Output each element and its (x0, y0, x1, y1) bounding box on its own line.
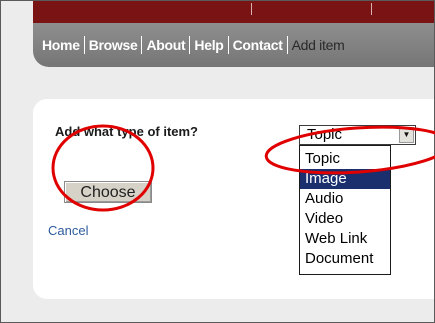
nav-separator (227, 36, 229, 54)
app-frame: Home Browse About Help Contact Add item … (0, 0, 435, 323)
option-audio[interactable]: Audio (300, 189, 390, 209)
nav-home[interactable]: Home (39, 37, 83, 53)
nav-separator (286, 36, 288, 54)
main-navigation: Home Browse About Help Contact Add item (33, 23, 434, 67)
top-bar-separator (371, 3, 372, 15)
item-type-dropdown-list: Topic Image Audio Video Web Link Documen… (299, 145, 391, 275)
nav-browse[interactable]: Browse (86, 37, 141, 53)
cancel-link[interactable]: Cancel (48, 223, 88, 238)
option-image[interactable]: Image (300, 169, 390, 189)
nav-help[interactable]: Help (191, 37, 226, 53)
option-web-link[interactable]: Web Link (300, 229, 390, 249)
option-video[interactable]: Video (300, 209, 390, 229)
item-type-select-value: Topic (307, 126, 343, 143)
nav-contact[interactable]: Contact (230, 37, 286, 53)
top-bar-separator (251, 3, 252, 15)
nav-about[interactable]: About (143, 37, 188, 53)
choose-button[interactable]: Choose (64, 181, 152, 203)
item-type-question: Add what type of item? (55, 124, 198, 139)
nav-separator (83, 36, 85, 54)
item-type-select[interactable]: Topic ▼ (299, 125, 416, 145)
option-document[interactable]: Document (300, 249, 390, 269)
option-topic[interactable]: Topic (300, 149, 390, 169)
top-header-bar (33, 1, 434, 23)
nav-separator (141, 36, 143, 54)
nav-current-page: Add item (291, 37, 345, 53)
dropdown-arrow-icon[interactable]: ▼ (399, 127, 414, 143)
nav-separator (189, 36, 191, 54)
